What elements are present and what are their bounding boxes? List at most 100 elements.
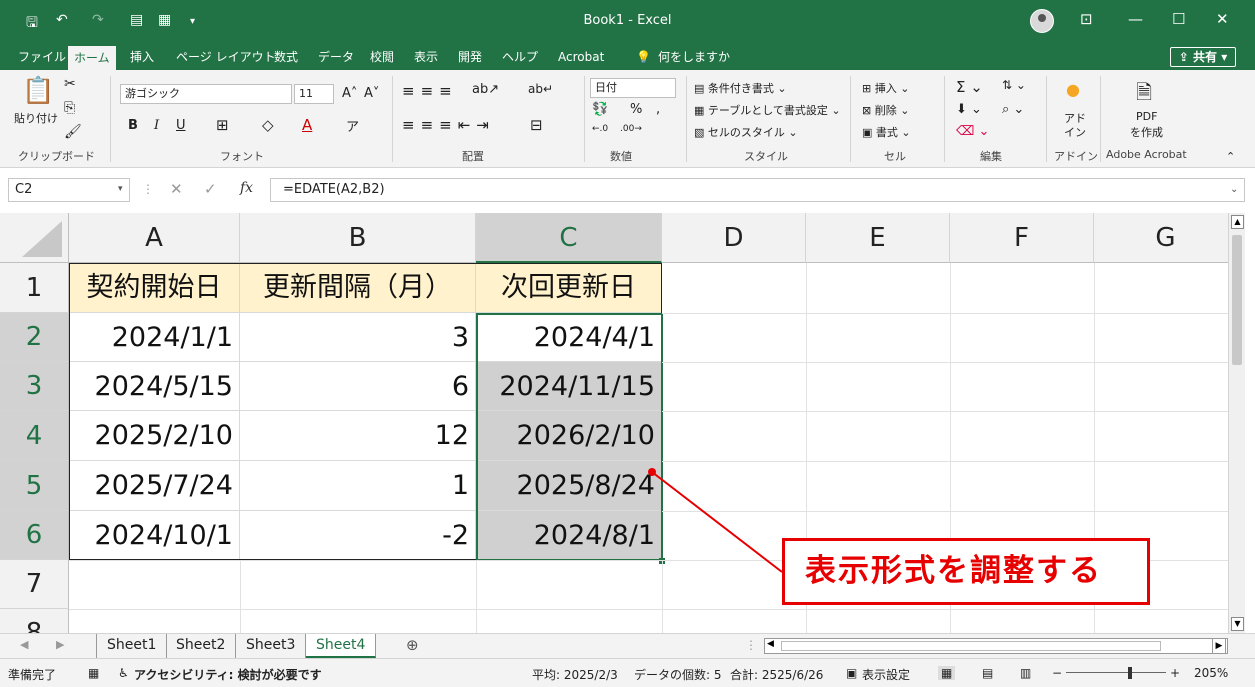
orientation-icon[interactable]: ab↗ [472, 82, 499, 97]
row-header-4[interactable]: 4 [0, 411, 69, 461]
insert-function-icon[interactable]: fx [240, 180, 253, 196]
percent-icon[interactable]: % [630, 102, 642, 117]
page-layout-view-icon[interactable]: ▤ [982, 666, 993, 680]
vertical-scrollbar[interactable]: ▲ ▼ [1228, 213, 1245, 633]
tab-formulas[interactable]: 数式 [268, 44, 304, 70]
scroll-up-icon[interactable]: ▲ [1231, 215, 1244, 229]
merge-center-icon[interactable]: ⊟ [530, 116, 543, 134]
maximize-icon[interactable]: ☐ [1172, 10, 1185, 28]
share-button[interactable]: ⇪ 共有 ▾ [1170, 47, 1236, 67]
zoom-slider[interactable] [1066, 672, 1166, 673]
col-header-a[interactable]: A [69, 213, 240, 263]
zoom-slider-thumb[interactable] [1128, 667, 1132, 679]
addins-icon[interactable]: ● [1066, 80, 1080, 99]
format-cells-button[interactable]: ▣ 書式 ⌄ [862, 124, 911, 140]
page-break-view-icon[interactable]: ▥ [1020, 666, 1031, 680]
font-color-icon[interactable]: A [302, 116, 312, 134]
horizontal-scroll-thumb[interactable] [781, 641, 1161, 651]
display-settings-label[interactable]: 表示設定 [862, 666, 910, 683]
expand-formula-icon[interactable]: ⌄ [1230, 184, 1238, 195]
insert-cells-button[interactable]: ⊞ 挿入 ⌄ [862, 80, 909, 96]
name-box[interactable]: C2 [8, 178, 130, 202]
cell-b6[interactable]: -2 [240, 511, 476, 560]
increase-font-icon[interactable]: A˄ [342, 86, 357, 101]
row-header-6[interactable]: 6 [0, 511, 69, 560]
paste-button[interactable]: 貼り付け [14, 110, 58, 126]
tab-page-layout[interactable]: ページ レイアウト [170, 44, 282, 70]
cell-a5[interactable]: 2025/7/24 [69, 461, 240, 511]
tab-help[interactable]: ヘルプ [496, 44, 544, 70]
row-header-2[interactable]: 2 [0, 313, 69, 362]
row-header-5[interactable]: 5 [0, 461, 69, 511]
cut-icon[interactable]: ✂ [64, 76, 76, 92]
cell-c2[interactable]: 2024/4/1 [476, 313, 662, 362]
number-format-combo[interactable]: 日付 [590, 78, 676, 98]
delete-cells-button[interactable]: ⊠ 削除 ⌄ [862, 102, 909, 118]
enter-icon[interactable]: ✓ [204, 180, 217, 198]
paste-icon[interactable]: 📋 [22, 76, 54, 106]
copy-icon[interactable]: ⎘ [64, 100, 75, 116]
cell-b1[interactable]: 更新間隔（月） [240, 263, 476, 313]
macro-record-icon[interactable]: ▦ [88, 666, 99, 680]
borders-icon[interactable]: ⊞ [216, 116, 229, 134]
row-header-7[interactable]: 7 [0, 560, 69, 609]
ribbon-display-icon[interactable]: ⊡ [1080, 10, 1093, 28]
sheet-tab-3[interactable]: Sheet3 [236, 634, 307, 658]
tell-me-search[interactable]: 何をしますか [652, 44, 736, 70]
increase-decimal-icon[interactable]: ←.0 [592, 124, 608, 134]
fill-icon[interactable]: ⬇ ⌄ [956, 102, 982, 117]
tab-insert[interactable]: 挿入 [124, 44, 160, 70]
format-as-table-button[interactable]: ▦ テーブルとして書式設定 ⌄ [694, 102, 841, 118]
cell-b3[interactable]: 6 [240, 362, 476, 411]
cell-a1[interactable]: 契約開始日 [69, 263, 240, 313]
horizontal-scrollbar[interactable]: ◀ [764, 638, 1228, 654]
currency-icon[interactable]: 💱 [592, 102, 608, 117]
col-header-e[interactable]: E [806, 213, 950, 263]
select-all-corner[interactable] [0, 213, 69, 263]
cell-a4[interactable]: 2025/2/10 [69, 411, 240, 461]
cell-c4[interactable]: 2026/2/10 [476, 411, 662, 461]
cell-styles-button[interactable]: ▧ セルのスタイル ⌄ [694, 124, 798, 140]
tab-acrobat[interactable]: Acrobat [552, 44, 610, 70]
col-header-f[interactable]: F [950, 213, 1094, 263]
conditional-format-button[interactable]: ▤ 条件付き書式 ⌄ [694, 80, 787, 96]
col-header-b[interactable]: B [240, 213, 476, 263]
col-header-c[interactable]: C [476, 213, 662, 263]
create-pdf-line1[interactable]: PDF [1136, 110, 1157, 123]
cell-b2[interactable]: 3 [240, 313, 476, 362]
italic-button[interactable]: I [154, 118, 159, 133]
format-painter-icon[interactable]: 🖌 [64, 124, 82, 140]
row-header-1[interactable]: 1 [0, 263, 69, 313]
create-pdf-line2[interactable]: を作成 [1130, 124, 1163, 140]
prev-sheet-icon[interactable]: ◀ [20, 638, 28, 651]
find-icon[interactable]: ⌕ ⌄ [1002, 102, 1024, 117]
account-avatar[interactable] [1030, 9, 1054, 33]
autosum-icon[interactable]: Σ ⌄ [956, 78, 983, 96]
decrease-decimal-icon[interactable]: .00→ [620, 124, 642, 134]
scroll-right-icon[interactable]: ▶ [1212, 638, 1226, 654]
clear-icon[interactable]: ⌫ ⌄ [956, 124, 989, 139]
underline-button[interactable]: U [176, 118, 186, 133]
add-sheet-icon[interactable]: ⊕ [406, 636, 419, 654]
horizontal-align-icons[interactable]: ≡≡≡⇤⇥ [402, 116, 495, 134]
col-header-d[interactable]: D [662, 213, 806, 263]
zoom-out-icon[interactable]: − [1052, 666, 1062, 680]
collapse-ribbon-icon[interactable]: ⌃ [1226, 150, 1235, 163]
addins-line2[interactable]: イン [1064, 124, 1086, 140]
cell-c3[interactable]: 2024/11/15 [476, 362, 662, 411]
comma-icon[interactable]: , [656, 102, 660, 117]
normal-view-icon[interactable]: ▦ [938, 666, 956, 680]
sort-filter-icon[interactable]: ⇅ ⌄ [1002, 78, 1026, 92]
tab-home[interactable]: ホーム [68, 44, 116, 70]
create-pdf-icon[interactable]: 🗎 [1136, 78, 1152, 112]
zoom-in-icon[interactable]: + [1170, 666, 1180, 680]
tab-view[interactable]: 表示 [408, 44, 444, 70]
tab-file[interactable]: ファイル [12, 44, 72, 70]
sheet-tab-2[interactable]: Sheet2 [166, 634, 237, 658]
scroll-down-icon[interactable]: ▼ [1231, 617, 1244, 631]
sheet-tab-4[interactable]: Sheet4 [306, 634, 377, 658]
sheet-tab-1[interactable]: Sheet1 [96, 634, 168, 658]
row-header-3[interactable]: 3 [0, 362, 69, 411]
formula-input[interactable]: =EDATE(A2,B2) [270, 178, 1245, 202]
phonetic-icon[interactable]: ア [346, 116, 359, 135]
